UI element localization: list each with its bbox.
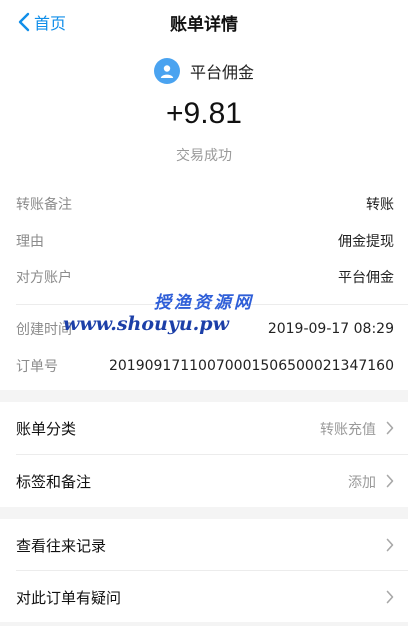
detail-row-order-number: 订单号 2019091711007000150650002134716​0 xyxy=(16,356,394,376)
amount: +9.81 xyxy=(166,97,242,130)
page-title: 账单详情 xyxy=(170,15,238,35)
divider xyxy=(16,304,408,305)
question-label: 对此订单有疑问 xyxy=(16,589,122,607)
view-history-cell[interactable]: 查看往来记录 xyxy=(0,519,408,571)
details-panel: 转账备注 转账 理由 佣金提现 对方账户 平台佣金 创建时间 2019-09-1… xyxy=(0,178,408,390)
watermark-title: 授渔资源网 xyxy=(154,293,254,313)
chevron-right-icon xyxy=(386,420,394,439)
tags-label: 标签和备注 xyxy=(16,473,92,491)
detail-label: 订单号 xyxy=(16,359,58,375)
order-question-cell[interactable]: 对此订单有疑问 xyxy=(0,571,408,623)
tags-value: 添加 xyxy=(348,475,376,491)
bill-category-cell[interactable]: 账单分类 转账充值 xyxy=(0,402,408,454)
detail-label: 创建时间 xyxy=(16,322,72,338)
help-group: 查看往来记录 对此订单有疑问 xyxy=(0,519,408,622)
payee-name: 平台佣金 xyxy=(189,63,254,82)
chevron-right-icon xyxy=(386,589,394,608)
user-avatar-icon xyxy=(153,58,180,84)
detail-value: 佣金提现 xyxy=(338,234,394,250)
detail-value: 2019-09-17 08:29 xyxy=(267,321,394,337)
detail-row-counterparty: 对方账户 平台佣金 xyxy=(16,267,394,287)
tags-and-notes-cell[interactable]: 标签和备注 添加 xyxy=(0,455,408,507)
detail-row-remark: 转账备注 转账 xyxy=(16,194,394,214)
chevron-right-icon xyxy=(386,473,394,492)
detail-label: 转账备注 xyxy=(16,197,72,213)
bill-category-label: 账单分类 xyxy=(16,420,77,438)
status-text: 交易成功 xyxy=(176,148,232,164)
detail-value: 平台佣金 xyxy=(338,270,394,286)
bill-settings-group: 账单分类 转账充值 标签和备注 添加 xyxy=(0,402,408,507)
detail-label: 对方账户 xyxy=(16,270,72,286)
detail-row-created-time: 创建时间 2019-09-17 08:29 xyxy=(16,319,394,339)
chevron-right-icon xyxy=(386,537,394,556)
detail-value: 转账 xyxy=(366,197,394,213)
detail-row-reason: 理由 佣金提现 xyxy=(16,231,394,251)
bill-category-value: 转账充值 xyxy=(320,422,376,438)
detail-label: 理由 xyxy=(16,234,44,250)
history-label: 查看往来记录 xyxy=(16,537,107,555)
payee: 平台佣金 xyxy=(0,58,408,84)
order-number: 2019091711007000150650002134716​0 xyxy=(108,358,394,374)
transaction-summary: 平台佣金 +9.81 交易成功 xyxy=(0,44,408,178)
nav-bar: 首页 账单详情 xyxy=(0,0,408,44)
